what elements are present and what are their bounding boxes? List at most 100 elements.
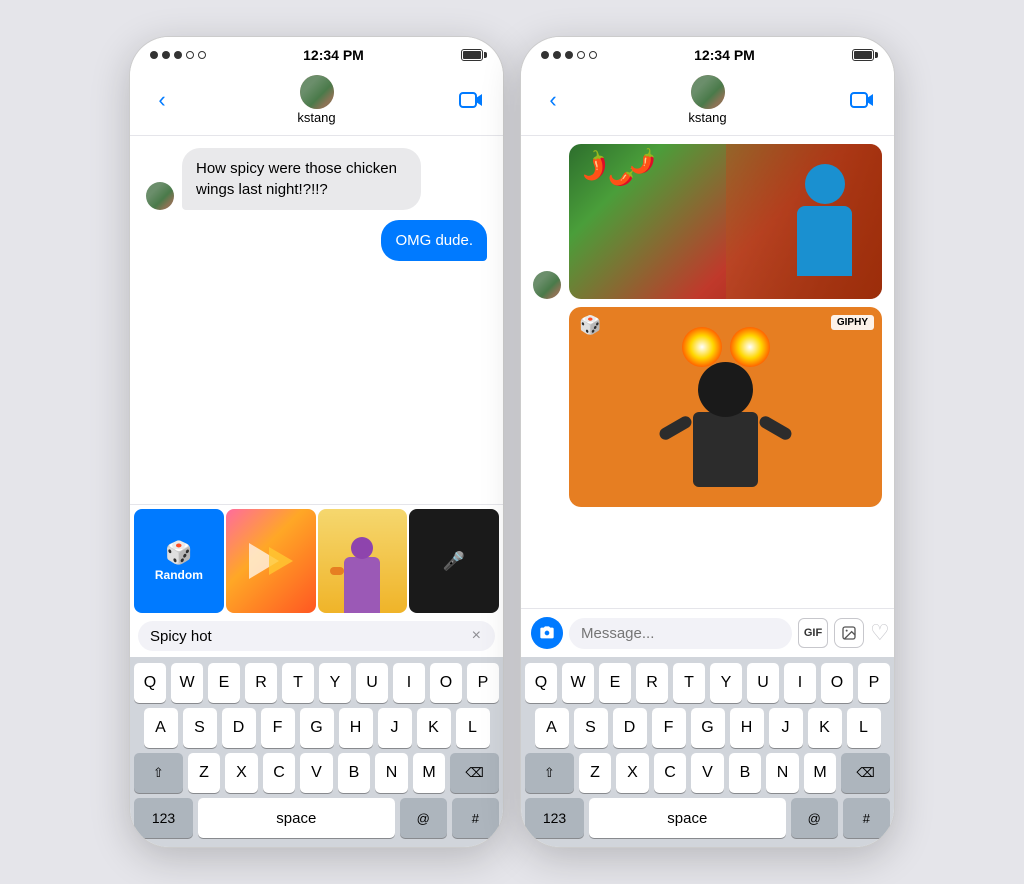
video-button-left[interactable] — [455, 84, 487, 116]
msg-avatar-1 — [146, 182, 174, 210]
key-r-D[interactable]: D — [613, 708, 647, 748]
key-S[interactable]: S — [183, 708, 217, 748]
dark-head — [698, 362, 753, 417]
key-W[interactable]: W — [171, 663, 203, 703]
key-T[interactable]: T — [282, 663, 314, 703]
key-r-123[interactable]: 123 — [525, 798, 584, 838]
photo-button[interactable] — [834, 618, 864, 648]
key-E[interactable]: E — [208, 663, 240, 703]
key-r-U[interactable]: U — [747, 663, 779, 703]
key-Q[interactable]: Q — [134, 663, 166, 703]
pepper-3: 🌶️ — [627, 147, 659, 177]
nav-center-left[interactable]: kstang — [297, 75, 335, 125]
key-123[interactable]: 123 — [134, 798, 193, 838]
key-R[interactable]: R — [245, 663, 277, 703]
key-P[interactable]: P — [467, 663, 499, 703]
key-hash[interactable]: # — [452, 798, 499, 838]
key-r-shift[interactable]: ⇧ — [525, 753, 574, 793]
gif-random[interactable]: 🎲 Random — [134, 509, 224, 613]
key-L[interactable]: L — [456, 708, 490, 748]
key-N[interactable]: N — [375, 753, 408, 793]
heart-button[interactable]: ♡ — [870, 620, 890, 646]
search-clear-left[interactable]: × — [470, 627, 483, 645]
key-M[interactable]: M — [413, 753, 446, 793]
key-I[interactable]: I — [393, 663, 425, 703]
key-r-A[interactable]: A — [535, 708, 569, 748]
back-button-right[interactable]: ‹ — [537, 84, 569, 116]
key-at[interactable]: @ — [400, 798, 447, 838]
key-r-E[interactable]: E — [599, 663, 631, 703]
gif-large-1: 🌶️ 🌶️ 🌶️ — [569, 144, 882, 299]
gif-random-content: 🎲 Random — [134, 509, 224, 613]
key-r-X[interactable]: X — [616, 753, 649, 793]
key-r-L[interactable]: L — [847, 708, 881, 748]
key-r-G[interactable]: G — [691, 708, 725, 748]
key-r-F[interactable]: F — [652, 708, 686, 748]
key-Y[interactable]: Y — [319, 663, 351, 703]
key-r-V[interactable]: V — [691, 753, 724, 793]
dot-5 — [198, 51, 206, 59]
dot-r3 — [565, 51, 573, 59]
key-r-B[interactable]: B — [729, 753, 762, 793]
key-r-at[interactable]: @ — [791, 798, 838, 838]
key-r-W[interactable]: W — [562, 663, 594, 703]
key-G[interactable]: G — [300, 708, 334, 748]
key-r-R[interactable]: R — [636, 663, 668, 703]
key-r-K[interactable]: K — [808, 708, 842, 748]
key-r-backspace[interactable]: ⌫ — [841, 753, 890, 793]
gif-item-1[interactable] — [226, 509, 316, 613]
key-r-J[interactable]: J — [769, 708, 803, 748]
gif-button[interactable]: GIF — [798, 618, 828, 648]
key-r-Q[interactable]: Q — [525, 663, 557, 703]
key-row-1-right: Q W E R T Y U I O P — [525, 663, 890, 703]
key-H[interactable]: H — [339, 708, 373, 748]
key-r-M[interactable]: M — [804, 753, 837, 793]
key-r-H[interactable]: H — [730, 708, 764, 748]
gif-item-2[interactable] — [318, 509, 408, 613]
message-input-right[interactable] — [569, 618, 792, 649]
key-r-P[interactable]: P — [858, 663, 890, 703]
arm-left — [657, 414, 693, 442]
key-backspace[interactable]: ⌫ — [450, 753, 499, 793]
key-r-N[interactable]: N — [766, 753, 799, 793]
key-X[interactable]: X — [225, 753, 258, 793]
key-U[interactable]: U — [356, 663, 388, 703]
dark-body — [693, 412, 758, 487]
key-r-S[interactable]: S — [574, 708, 608, 748]
key-space[interactable]: space — [198, 798, 395, 838]
gif-item-3[interactable]: 🎤 — [409, 509, 499, 613]
key-Z[interactable]: Z — [188, 753, 221, 793]
key-r-I[interactable]: I — [784, 663, 816, 703]
key-shift[interactable]: ⇧ — [134, 753, 183, 793]
key-r-C[interactable]: C — [654, 753, 687, 793]
key-J[interactable]: J — [378, 708, 412, 748]
key-K[interactable]: K — [417, 708, 451, 748]
key-B[interactable]: B — [338, 753, 371, 793]
dot-r1 — [541, 51, 549, 59]
figure-body — [344, 557, 380, 613]
key-A[interactable]: A — [144, 708, 178, 748]
figure-head — [351, 537, 373, 559]
search-input-left[interactable] — [150, 628, 470, 645]
key-r-Y[interactable]: Y — [710, 663, 742, 703]
gif-row-top: 🌶️ 🌶️ 🌶️ — [533, 144, 882, 299]
key-V[interactable]: V — [300, 753, 333, 793]
key-r-T[interactable]: T — [673, 663, 705, 703]
key-F[interactable]: F — [261, 708, 295, 748]
key-O[interactable]: O — [430, 663, 462, 703]
nav-bar-right: ‹ kstang — [521, 69, 894, 136]
video-button-right[interactable] — [846, 84, 878, 116]
key-C[interactable]: C — [263, 753, 296, 793]
key-D[interactable]: D — [222, 708, 256, 748]
dice-icon: 🎲 — [165, 540, 192, 566]
camera-button[interactable] — [531, 617, 563, 649]
key-r-O[interactable]: O — [821, 663, 853, 703]
back-button-left[interactable]: ‹ — [146, 84, 178, 116]
key-r-space[interactable]: space — [589, 798, 786, 838]
nav-center-right[interactable]: kstang — [688, 75, 726, 125]
key-r-hash[interactable]: # — [843, 798, 890, 838]
key-r-Z[interactable]: Z — [579, 753, 612, 793]
keyboard-right: Q W E R T Y U I O P A S D F G H J K L — [521, 657, 894, 847]
photo-icon — [841, 625, 857, 641]
search-bar-left[interactable]: × — [138, 621, 495, 651]
